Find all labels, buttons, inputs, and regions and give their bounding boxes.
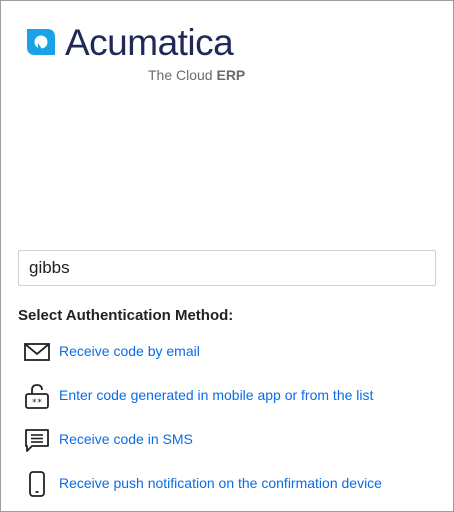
brand-tagline: The Cloud ERP <box>148 67 246 83</box>
auth-method-title: Select Authentication Method: <box>18 307 234 324</box>
auth-method-push[interactable]: Receive push notification on the confirm… <box>23 470 443 498</box>
auth-method-label[interactable]: Receive code by email <box>59 343 200 359</box>
envelope-icon <box>24 343 50 361</box>
auth-method-label[interactable]: Receive code in SMS <box>59 431 193 447</box>
username-field[interactable]: gibbs <box>18 250 436 286</box>
auth-method-sms[interactable]: Receive code in SMS <box>23 426 443 454</box>
mobile-device-icon <box>29 471 45 497</box>
unlock-code-icon: ** <box>25 384 49 409</box>
brand-name: Acumatica <box>65 22 234 63</box>
login-panel: Acumatica The Cloud ERP gibbs Select Aut… <box>0 0 454 512</box>
auth-method-label[interactable]: Enter code generated in mobile app or fr… <box>59 387 373 403</box>
sms-message-icon <box>25 429 49 452</box>
auth-method-label[interactable]: Receive push notification on the confirm… <box>59 475 382 491</box>
acumatica-logo: Acumatica The Cloud ERP <box>23 22 263 87</box>
auth-method-app-code[interactable]: ** Enter code generated in mobile app or… <box>23 382 443 410</box>
svg-text:**: ** <box>32 398 43 408</box>
acumatica-logo-icon <box>27 29 55 55</box>
auth-method-email[interactable]: Receive code by email <box>23 338 443 366</box>
